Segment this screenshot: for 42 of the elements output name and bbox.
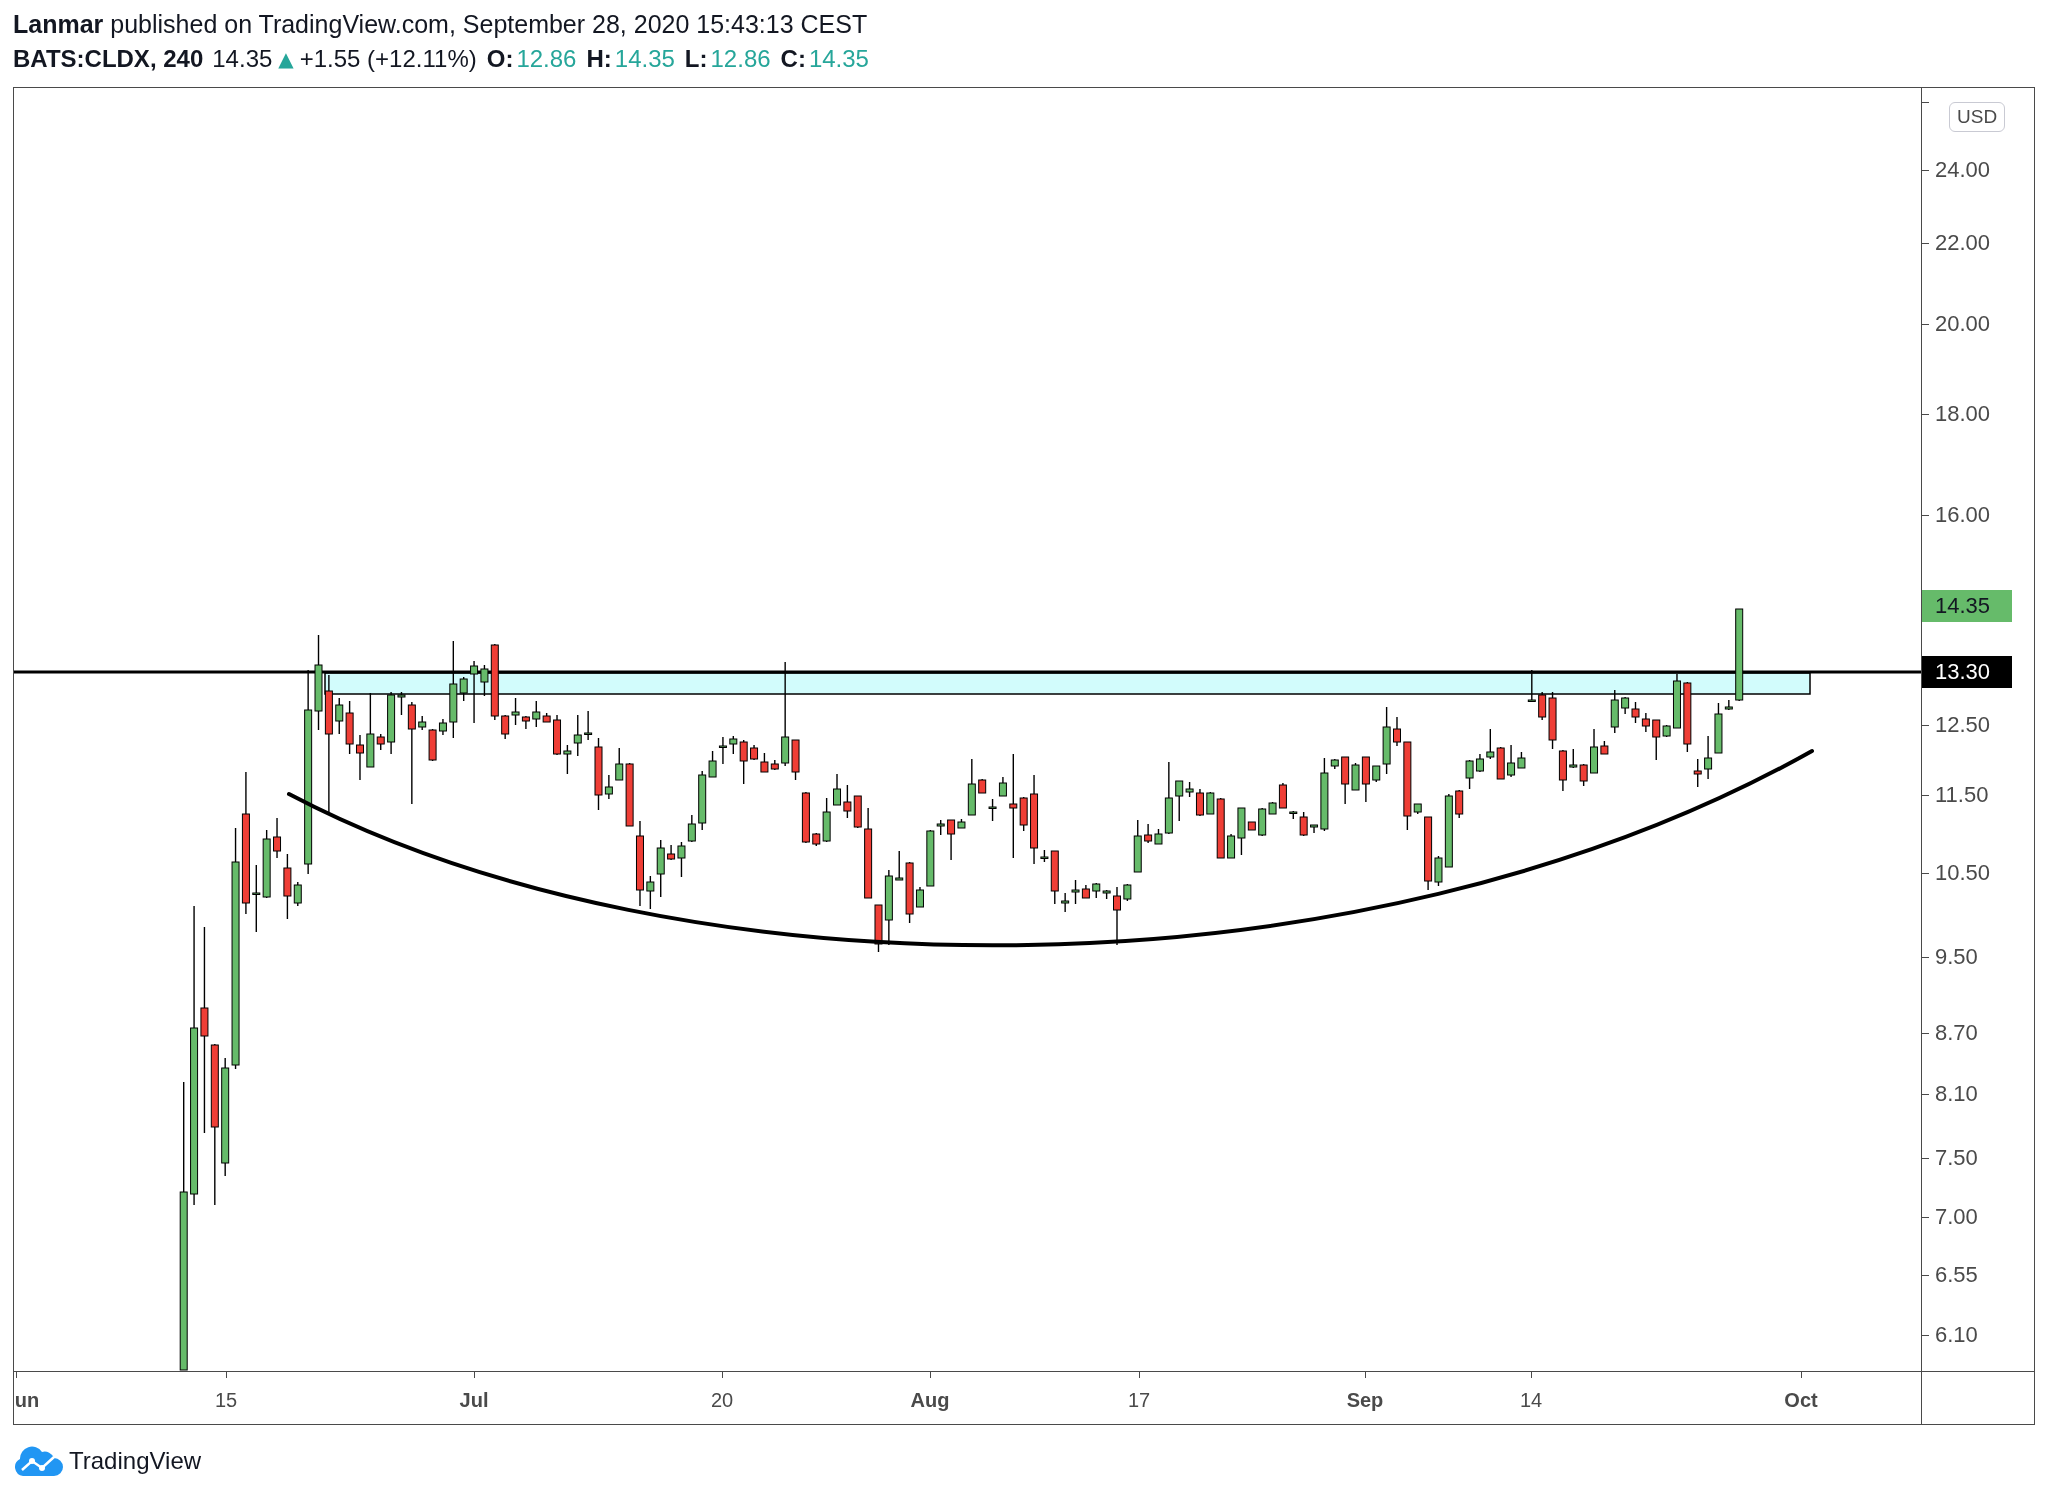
time-axis-label: Sep xyxy=(1346,1388,1384,1413)
logo-text: TradingView xyxy=(69,1446,202,1476)
time-axis-label: 15 xyxy=(214,1388,238,1413)
price-axis-label: 8.70 xyxy=(1935,1020,1978,1046)
price-axis-label: 22.00 xyxy=(1935,230,1991,256)
ohlc-value: 12.86 xyxy=(710,44,771,74)
price-axis-label: 7.50 xyxy=(1935,1145,1978,1171)
time-axis-label: 14 xyxy=(1519,1388,1543,1413)
publish-info-text: Lanmar published on TradingView.com, September 28, 2020 15:43:13 CEST xyxy=(13,9,869,40)
price-axis-label: 12.50 xyxy=(1935,712,1991,738)
time-axis-label: un xyxy=(14,1388,40,1413)
ohlc-label: O: xyxy=(486,44,514,74)
symbol-title: BATS:CLDX, 240 xyxy=(13,44,204,74)
time-axis-label: 17 xyxy=(1127,1388,1151,1413)
ohlc-label: L: xyxy=(684,44,708,74)
ohlc-label: H: xyxy=(586,44,612,74)
price-axis-label: 8.10 xyxy=(1935,1081,1978,1107)
last-price-badge: 14.35 xyxy=(1922,590,2012,622)
time-axis-label: Oct xyxy=(1784,1388,1818,1413)
price-axis-label: 11.50 xyxy=(1935,782,1989,808)
price-axis-label: 18.00 xyxy=(1935,401,1991,427)
price-axis-label: 7.00 xyxy=(1935,1204,1978,1230)
last-price-text: 14.35 xyxy=(212,44,273,74)
up-triangle-icon: ▲ xyxy=(278,43,294,75)
currency-badge: USD xyxy=(1949,102,2006,132)
price-axis-label: 16.00 xyxy=(1935,502,1991,528)
line-price-badge: 13.30 xyxy=(1922,656,2012,688)
ohlc-label: C: xyxy=(780,44,806,74)
price-axis-label: 6.10 xyxy=(1935,1322,1978,1348)
ohlc-value: 14.35 xyxy=(808,44,869,74)
time-axis-label: 20 xyxy=(710,1388,734,1413)
price-axis-label: 10.50 xyxy=(1935,860,1991,886)
time-axis-label: Aug xyxy=(910,1388,950,1413)
ohlc-value: 14.35 xyxy=(614,44,675,74)
price-axis-label: 6.55 xyxy=(1935,1262,1978,1288)
price-axis-label: 24.00 xyxy=(1935,157,1991,183)
cloud-logo-icon xyxy=(13,1446,63,1476)
price-axis-label: 9.50 xyxy=(1935,944,1978,970)
price-change-text: +1.55 (+12.11%) xyxy=(299,44,477,74)
price-axis-label: 20.00 xyxy=(1935,311,1991,337)
ohlc-value: 12.86 xyxy=(516,44,577,74)
time-axis-label: Jul xyxy=(459,1388,489,1413)
